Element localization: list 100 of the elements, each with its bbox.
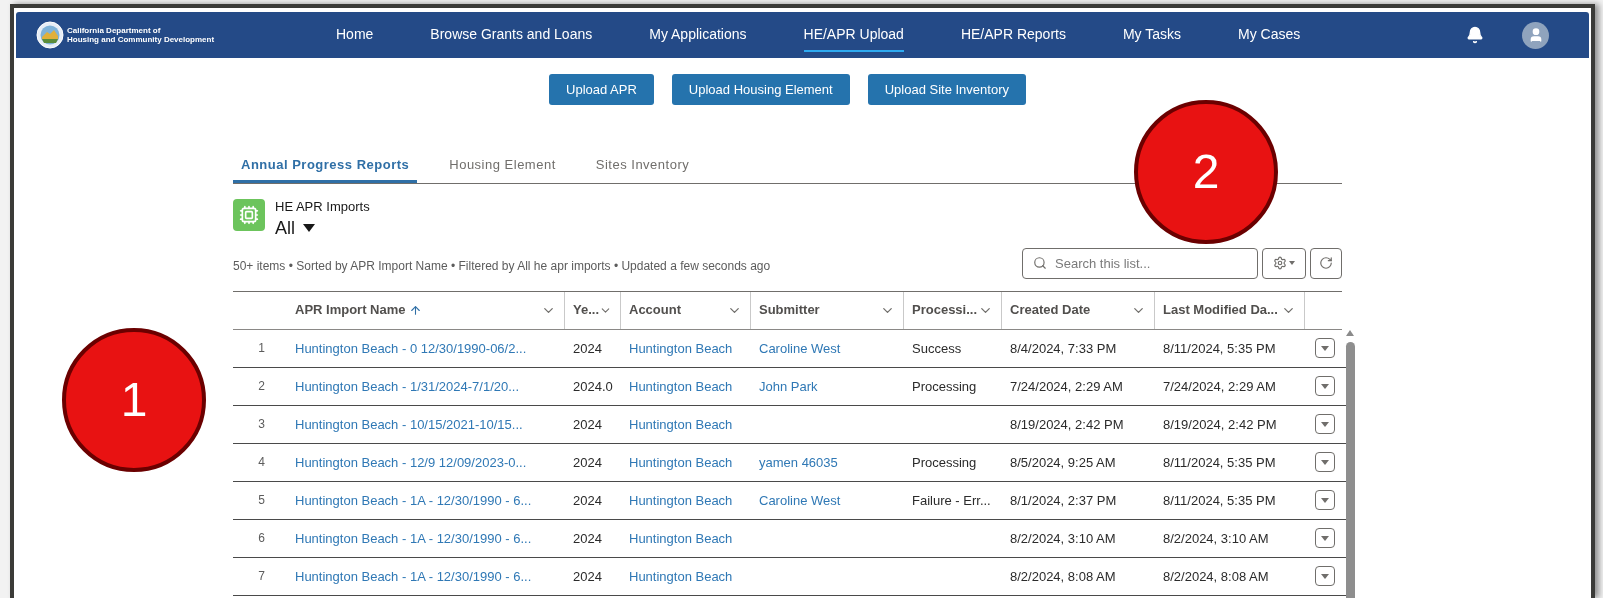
table-cell: 2024 <box>573 417 602 432</box>
table-cell: 2024 <box>573 493 602 508</box>
row-actions-button[interactable] <box>1315 338 1335 358</box>
refresh-button[interactable] <box>1310 247 1342 279</box>
scrollbar[interactable] <box>1344 329 1356 598</box>
nav-link[interactable]: HE/APR Reports <box>960 18 1066 52</box>
table-cell: 8/11/2024, 5:35 PM <box>1163 493 1276 508</box>
caret-icon <box>1321 345 1329 351</box>
list-view-selector[interactable]: All <box>275 216 315 239</box>
nav-link[interactable]: My Tasks <box>1122 18 1182 52</box>
nav-link[interactable]: Browse Grants and Loans <box>430 18 593 52</box>
object-icon <box>233 199 265 231</box>
row-number: 1 <box>257 340 266 357</box>
table-cell: 7/24/2024, 2:29 AM <box>1163 379 1276 394</box>
table-link[interactable]: Huntington Beach - 1A - 12/30/1990 - 6... <box>295 531 532 546</box>
table-cell: 8/1/2024, 2:37 PM <box>1010 493 1117 508</box>
row-number: 5 <box>257 492 266 509</box>
row-number: 3 <box>257 416 266 433</box>
table-link[interactable]: Huntington Beach - 1A - 12/30/1990 - 6... <box>295 569 532 584</box>
table-link[interactable]: Huntington Beach - 0 12/30/1990-06/2... <box>295 341 527 356</box>
table-link[interactable]: Huntington Beach <box>629 417 733 432</box>
object-label: HE APR Imports <box>275 198 370 216</box>
table-cell: 8/11/2024, 5:35 PM <box>1163 341 1276 356</box>
nav-link[interactable]: My Applications <box>649 18 747 52</box>
caret-icon <box>1321 535 1329 541</box>
row-actions-button[interactable] <box>1315 414 1335 434</box>
table-cell: 2024 <box>573 341 602 356</box>
table-link[interactable]: Huntington Beach <box>629 493 733 508</box>
upload-button[interactable]: Upload Housing Element <box>671 74 850 105</box>
column-header[interactable]: Submitter <box>751 291 904 329</box>
caret-icon <box>1321 383 1329 389</box>
caret-icon <box>1289 261 1295 265</box>
table-link[interactable]: Caroline West <box>759 493 841 508</box>
table-link[interactable]: Huntington Beach <box>629 531 733 546</box>
table-cell: 8/5/2024, 9:25 AM <box>1010 455 1116 470</box>
column-header[interactable]: Ye... <box>565 291 621 329</box>
table-link[interactable]: yamen 46035 <box>759 455 838 470</box>
nav-link[interactable]: My Cases <box>1238 18 1301 52</box>
row-actions-button[interactable] <box>1315 376 1335 396</box>
table-cell: 8/4/2024, 7:33 PM <box>1010 341 1117 356</box>
tab[interactable]: Annual Progress Reports <box>233 149 418 183</box>
table-cell: Processing <box>912 379 977 394</box>
upload-button[interactable]: Upload Site Inventory <box>867 74 1026 105</box>
row-actions-button[interactable] <box>1315 566 1335 586</box>
table-cell: 8/11/2024, 5:35 PM <box>1163 455 1276 470</box>
table-cell: 7/24/2024, 2:29 AM <box>1010 379 1123 394</box>
table-cell: 8/2/2024, 8:08 AM <box>1010 569 1116 584</box>
scroll-up-icon[interactable] <box>1346 329 1354 336</box>
table-link[interactable]: Huntington Beach <box>629 455 733 470</box>
row-actions-button[interactable] <box>1315 452 1335 472</box>
table-cell: 2024 <box>573 569 602 584</box>
row-actions-button[interactable] <box>1315 528 1335 548</box>
nav-link[interactable]: HE/APR Upload <box>803 18 904 52</box>
column-header[interactable]: Created Date <box>1002 291 1155 329</box>
refresh-icon <box>1319 256 1333 270</box>
table-cell: 8/19/2024, 2:42 PM <box>1010 417 1124 432</box>
search-field[interactable]: Search this list... <box>1022 247 1258 279</box>
seal-logo-icon <box>36 21 64 49</box>
caret-icon <box>1321 421 1329 427</box>
table-link[interactable]: Huntington Beach - 10/15/2021-10/15... <box>295 417 523 432</box>
table-link[interactable]: Huntington Beach <box>629 341 733 356</box>
table-link[interactable]: Huntington Beach <box>629 379 733 394</box>
row-number: 4 <box>257 454 266 471</box>
table-link[interactable]: Caroline West <box>759 341 841 356</box>
row-number: 2 <box>257 378 266 395</box>
dropdown-caret-icon <box>303 223 315 232</box>
tab[interactable]: Housing Element <box>441 149 564 183</box>
caret-icon <box>1321 459 1329 465</box>
table-cell: 8/19/2024, 2:42 PM <box>1163 417 1277 432</box>
row-actions-button[interactable] <box>1315 490 1335 510</box>
settings-icon <box>1273 256 1287 270</box>
table-cell: 2024 <box>573 455 602 470</box>
column-header[interactable]: Processi... <box>904 291 1002 329</box>
column-header[interactable]: Last Modified Da... <box>1155 291 1305 329</box>
table-cell: 2024.0 <box>573 379 613 394</box>
tab[interactable]: Sites Inventory <box>587 149 698 183</box>
table-cell: 8/2/2024, 3:10 AM <box>1010 531 1116 546</box>
list-settings-button[interactable] <box>1262 247 1306 279</box>
row-number: 6 <box>257 530 266 547</box>
table-link[interactable]: Huntington Beach - 1/31/2024-7/1/20... <box>295 379 520 394</box>
table-link[interactable]: Huntington Beach - 1A - 12/30/1990 - 6... <box>295 493 532 508</box>
list-summary: 50+ items • Sorted by APR Import Name • Filtered by All he apr imports • Updated a few seconds ago <box>233 257 771 275</box>
table-cell: Processing <box>912 455 977 470</box>
column-header[interactable]: Account <box>621 291 751 329</box>
table-cell: Failure - Err... <box>912 493 991 508</box>
table-link[interactable]: Huntington Beach <box>629 569 733 584</box>
upload-button[interactable]: Upload APR <box>549 74 654 105</box>
notification-bell-icon[interactable] <box>1466 26 1484 44</box>
table-cell: Success <box>912 341 962 356</box>
nav-link[interactable]: Home <box>336 18 374 52</box>
table-link[interactable]: John Park <box>759 379 818 394</box>
column-header[interactable]: APR Import Name <box>290 291 565 329</box>
row-number: 7 <box>257 568 266 585</box>
caret-icon <box>1321 497 1329 503</box>
agency-name: California Department of Housing and Community Development <box>67 26 215 44</box>
caret-icon <box>1321 573 1329 579</box>
table-link[interactable]: Huntington Beach - 12/9 12/09/2023-0... <box>295 455 527 470</box>
user-avatar[interactable] <box>1522 21 1549 49</box>
search-icon <box>1033 255 1047 270</box>
table-cell: 2024 <box>573 531 602 546</box>
